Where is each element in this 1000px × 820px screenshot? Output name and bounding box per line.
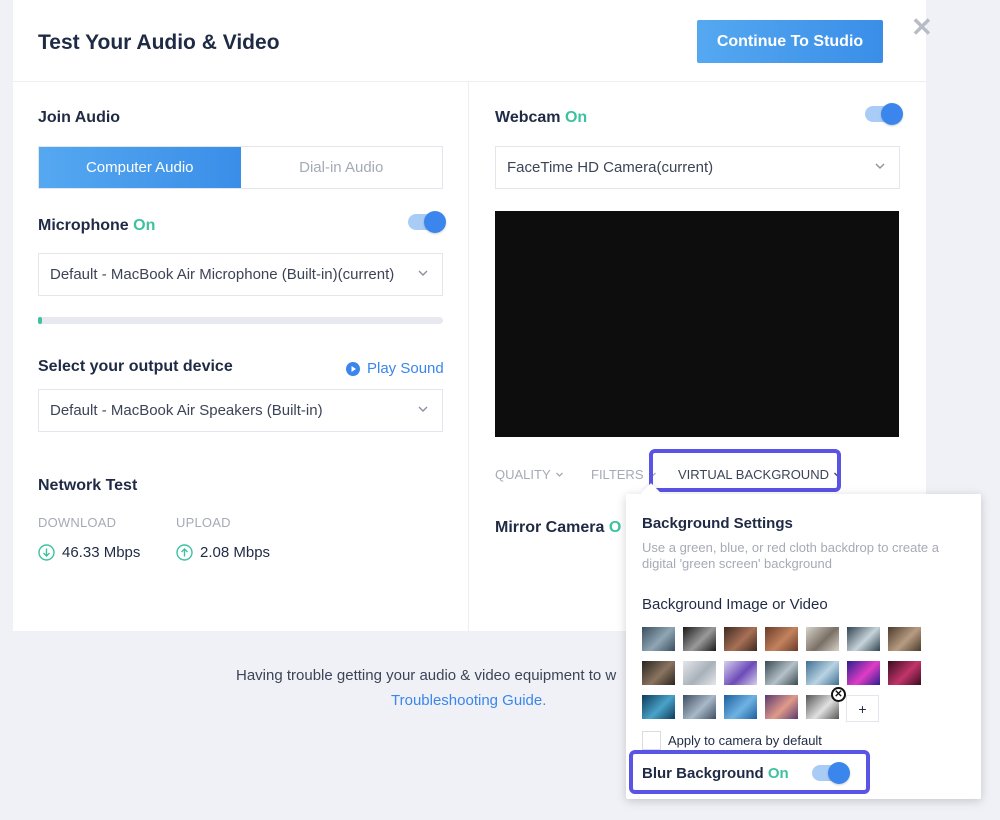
output-device-title: Select your output device	[38, 358, 233, 375]
bg-thumb-tv-room[interactable]	[724, 627, 757, 651]
play-sound-label: Play Sound	[367, 360, 444, 377]
bg-thumb-white-room[interactable]	[683, 661, 716, 685]
page-title: Test Your Audio & Video	[38, 31, 280, 54]
toggle-knob	[828, 762, 850, 784]
microphone-select[interactable]: Default - MacBook Air Microphone (Built-…	[38, 253, 443, 296]
blur-background-text: Blur Background	[642, 765, 764, 782]
output-device-select[interactable]: Default - MacBook Air Speakers (Built-in…	[38, 389, 443, 432]
download-value: 46.33 Mbps	[62, 544, 141, 561]
add-background-button[interactable]: +	[846, 695, 879, 722]
output-device: Default - MacBook Air Speakers (Built-in…	[50, 402, 323, 419]
webcam-toggle[interactable]	[865, 103, 903, 125]
quality-label: QUALITY	[495, 467, 551, 482]
bg-thumb-ocean[interactable]	[642, 695, 675, 719]
chevron-down-icon	[875, 163, 885, 169]
mic-level-fill	[38, 317, 43, 324]
webcam-label: Webcam On	[495, 109, 587, 127]
microphone-device: Default - MacBook Air Microphone (Built-…	[50, 266, 395, 283]
apply-default-checkbox[interactable]	[642, 731, 661, 750]
webcam-status: On	[564, 109, 588, 126]
mirror-camera-status: O	[608, 519, 622, 536]
apply-default-row[interactable]: Apply to camera by default	[642, 731, 822, 750]
microphone-label: Microphone On	[38, 217, 155, 235]
quality-menu[interactable]: QUALITY	[495, 467, 564, 482]
continue-to-studio-button[interactable]: Continue To Studio	[697, 20, 883, 63]
webcam-label-text: Webcam	[495, 109, 561, 126]
background-image-subtitle: Background Image or Video	[642, 596, 828, 613]
troubleshooting-guide-link[interactable]: Troubleshooting Guide.	[391, 692, 546, 709]
camera-device: FaceTime HD Camera(current)	[507, 159, 714, 176]
tab-dial-in-audio[interactable]: Dial-in Audio	[241, 147, 443, 188]
blur-background-toggle[interactable]	[812, 762, 850, 784]
bg-thumb-bright-room[interactable]	[806, 627, 839, 651]
bg-thumb-meeting-room[interactable]	[765, 661, 798, 685]
apply-default-label: Apply to camera by default	[668, 733, 822, 748]
bg-thumb-library[interactable]	[642, 627, 675, 651]
background-settings-description: Use a green, blue, or red cloth backdrop…	[642, 540, 940, 571]
blur-background-label: Blur Background On	[642, 765, 789, 782]
chevron-down-icon	[555, 472, 563, 477]
join-audio-title: Join Audio	[38, 109, 121, 126]
play-icon	[346, 361, 360, 376]
microphone-toggle[interactable]	[408, 211, 446, 233]
bg-thumb-dark-office[interactable]	[683, 627, 716, 651]
filters-label: FILTERS	[591, 467, 644, 482]
tab-computer-audio[interactable]: Computer Audio	[39, 147, 241, 188]
mirror-camera-label: Mirror Camera O	[495, 519, 621, 537]
bg-thumb-neon[interactable]	[847, 661, 880, 685]
upload-value: 2.08 Mbps	[200, 544, 271, 561]
bg-thumb-loft[interactable]	[888, 627, 921, 651]
bg-thumb-sunset[interactable]	[765, 695, 798, 719]
bg-thumb-glass-office[interactable]	[847, 627, 880, 651]
bg-thumb-brick-room[interactable]	[765, 627, 798, 651]
download-arrow-icon	[38, 544, 55, 561]
play-sound-button[interactable]: Play Sound	[346, 360, 444, 377]
bg-thumb-city-window[interactable]	[806, 661, 839, 685]
camera-select[interactable]: FaceTime HD Camera(current)	[495, 146, 900, 189]
toggle-knob	[881, 103, 903, 125]
bg-thumb-blue-abstract[interactable]	[724, 695, 757, 719]
audio-tabs: Computer Audio Dial-in Audio	[38, 146, 443, 189]
column-divider	[468, 82, 469, 631]
trouble-text: Having trouble getting your audio & vide…	[236, 667, 617, 684]
microphone-status: On	[133, 217, 156, 234]
network-test-title: Network Test	[38, 477, 138, 494]
blur-background-status: On	[767, 765, 789, 782]
toggle-knob	[424, 211, 446, 233]
chevron-down-icon	[418, 270, 428, 276]
virtual-background-highlight	[649, 449, 841, 492]
microphone-label-text: Microphone	[38, 217, 129, 234]
bg-thumb-red-stage[interactable]	[888, 661, 921, 685]
modal-header: Test Your Audio & Video Continue To Stud…	[13, 0, 933, 82]
download-speed: 46.33 Mbps	[38, 544, 140, 561]
bg-thumb-mountains[interactable]	[683, 695, 716, 719]
mic-level-meter	[38, 317, 443, 324]
mirror-camera-text: Mirror Camera	[495, 519, 605, 536]
bg-thumb-bookshelf[interactable]	[642, 661, 675, 685]
remove-background-icon[interactable]: ✕	[831, 687, 846, 702]
background-settings-title: Background Settings	[642, 515, 793, 532]
bg-thumb-purple-figure[interactable]	[724, 661, 757, 685]
upload-arrow-icon	[176, 544, 193, 561]
chevron-down-icon	[418, 406, 428, 412]
blur-background-row: Blur Background On	[629, 750, 870, 794]
upload-label: UPLOAD	[176, 515, 231, 530]
download-label: DOWNLOAD	[38, 515, 117, 530]
close-icon[interactable]: ✕	[911, 14, 933, 40]
upload-speed: 2.08 Mbps	[176, 544, 270, 561]
webcam-preview	[495, 211, 899, 437]
filters-menu[interactable]: FILTERS	[591, 467, 657, 482]
